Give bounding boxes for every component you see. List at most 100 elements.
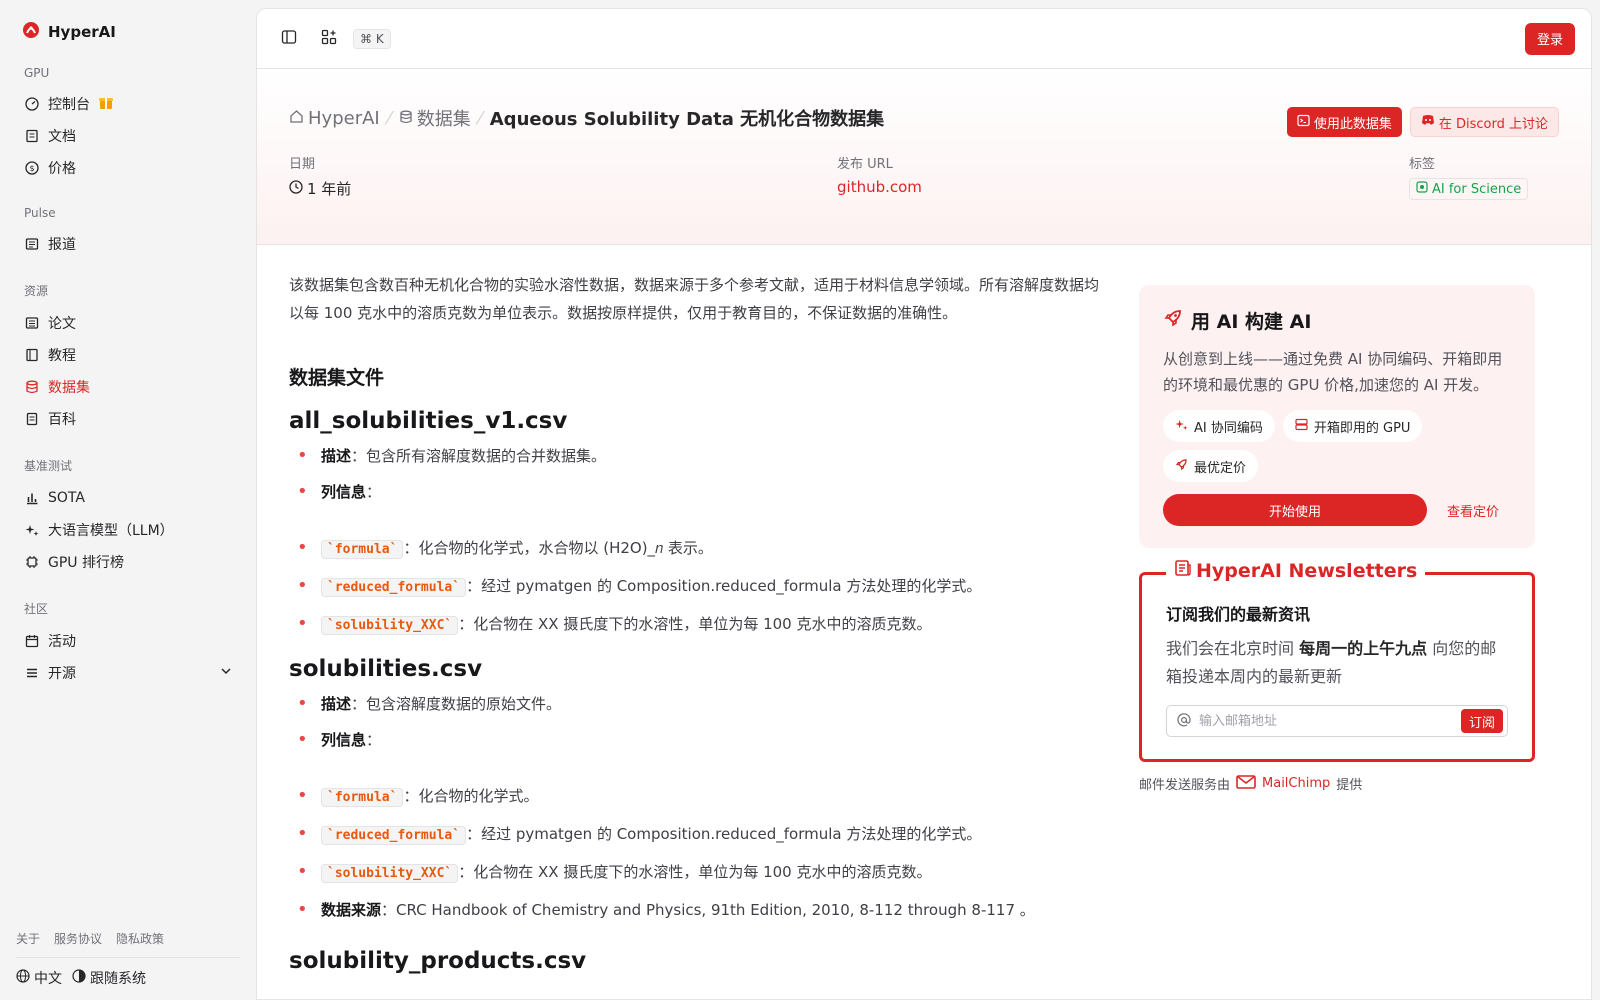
promo-features: AI 协同编码 开箱即用的 GPU 最优定价 bbox=[1163, 410, 1511, 482]
rocket-icon bbox=[1175, 458, 1188, 475]
desc-value: ：包含溶解度数据的原始文件。 bbox=[351, 695, 562, 713]
breadcrumb-separator: ⁄ bbox=[478, 107, 482, 129]
sidebar-item-label: 开源 bbox=[48, 666, 76, 682]
start-button[interactable]: 开始使用 bbox=[1163, 494, 1427, 526]
subscribe-form: 订阅 bbox=[1166, 705, 1508, 737]
source-key: 数据来源 bbox=[321, 901, 382, 919]
dataset-description: 该数据集包含数百种无机化合物的实验水溶性数据，数据来源于多个参考文献，适用于材料… bbox=[289, 271, 1109, 974]
sidebar-item-docs[interactable]: 文档 bbox=[16, 120, 240, 152]
sidebar-item-label: 报道 bbox=[48, 237, 76, 253]
footer-link-about[interactable]: 关于 bbox=[16, 930, 40, 947]
tutorial-icon bbox=[24, 347, 40, 363]
sidebar-item-datasets[interactable]: 数据集 bbox=[16, 371, 240, 403]
footer-link-privacy[interactable]: 隐私政策 bbox=[116, 930, 164, 947]
search-shortcut[interactable]: ⌘ K bbox=[353, 28, 391, 49]
feature-chip-gpu: 开箱即用的 GPU bbox=[1282, 410, 1423, 442]
file-details: 描述：包含所有溶解度数据的合并数据集。 列信息： bbox=[289, 444, 1109, 504]
use-dataset-button[interactable]: 使用此数据集 bbox=[1286, 107, 1402, 137]
sidebar-item-open-source[interactable]: 开源 bbox=[16, 657, 240, 689]
gauge-icon bbox=[24, 96, 40, 112]
sidebar-toggle-icon bbox=[281, 29, 297, 49]
sidebar: HyperAI GPU 控制台 文档 $ 价格 Pulse 报道 资源 论文 教… bbox=[0, 0, 256, 1000]
newsletter-desc-pre: 我们会在北京时间 bbox=[1166, 639, 1300, 658]
chevron-down-icon[interactable] bbox=[220, 665, 232, 681]
sidebar-item-reports[interactable]: 报道 bbox=[16, 228, 240, 260]
wiki-icon bbox=[24, 411, 40, 427]
sidebar-item-label: 价格 bbox=[48, 161, 76, 177]
discord-button[interactable]: 在 Discord 上讨论 bbox=[1409, 107, 1559, 137]
right-column: 用 AI 构建 AI 从创意到上线——通过免费 AI 协同编码、开箱即用的环境和… bbox=[1139, 285, 1535, 793]
sidebar-item-console[interactable]: 控制台 bbox=[16, 88, 240, 120]
section-title-pulse: Pulse bbox=[24, 206, 56, 220]
apps-icon bbox=[321, 29, 337, 49]
mail-icon bbox=[1236, 774, 1256, 793]
database-icon bbox=[399, 108, 413, 129]
meta-date-value-row: 1 年前 bbox=[289, 178, 351, 199]
provider-post: 提供 bbox=[1336, 778, 1363, 793]
globe-icon bbox=[16, 969, 30, 987]
newsletter-title: HyperAI Newsletters bbox=[1196, 559, 1418, 582]
meta-date-value: 1 年前 bbox=[307, 180, 352, 198]
sidebar-toggle-button[interactable] bbox=[273, 23, 305, 55]
view-pricing-link[interactable]: 查看定价 bbox=[1447, 501, 1499, 520]
breadcrumb-home[interactable]: HyperAI bbox=[289, 108, 380, 129]
promo-desc: 从创意到上线——通过免费 AI 协同编码、开箱即用的环境和最优惠的 GPU 价格… bbox=[1163, 350, 1503, 394]
files-heading: 数据集文件 bbox=[289, 367, 385, 389]
dollar-icon: $ bbox=[24, 160, 40, 176]
list-item: 列信息： bbox=[289, 480, 1109, 504]
login-button[interactable]: 登录 bbox=[1524, 22, 1575, 55]
cols-key: 列信息 bbox=[321, 483, 367, 501]
hyperai-logo-icon bbox=[22, 21, 40, 43]
email-input[interactable] bbox=[1199, 713, 1453, 729]
page-title: Aqueous Solubility Data 无机化合物数据集 bbox=[489, 109, 885, 130]
section-title-gpu: GPU bbox=[24, 66, 50, 80]
sidebar-item-events[interactable]: 活动 bbox=[16, 625, 240, 657]
mailchimp-link[interactable]: MailChimp bbox=[1236, 774, 1330, 793]
sidebar-item-label: SOTA bbox=[48, 490, 85, 506]
sidebar-item-label: GPU 排行榜 bbox=[48, 555, 124, 571]
sidebar-item-papers[interactable]: 论文 bbox=[16, 307, 240, 339]
section-title-resources: 资源 bbox=[24, 284, 49, 298]
newspaper-icon bbox=[24, 236, 40, 252]
source-value: ：CRC Handbook of Chemistry and Physics, … bbox=[381, 901, 1035, 919]
desc-key: 描述 bbox=[321, 447, 352, 465]
mail-provider-note: 邮件发送服务由 MailChimp 提供 bbox=[1139, 774, 1535, 793]
subscribe-button[interactable]: 订阅 bbox=[1460, 709, 1503, 733]
newsletter-title-row: HyperAI Newsletters bbox=[1166, 559, 1426, 582]
clock-icon bbox=[289, 179, 303, 198]
sidebar-item-label: 活动 bbox=[48, 634, 76, 650]
topbar: ⌘ K 登录 bbox=[257, 9, 1591, 69]
footer-link-terms[interactable]: 服务协议 bbox=[54, 930, 102, 947]
tag-ai-for-science[interactable]: AI for Science bbox=[1409, 178, 1529, 200]
breadcrumb-datasets-label: 数据集 bbox=[416, 109, 471, 130]
section-title-benchmarks: 基准测试 bbox=[24, 459, 73, 473]
breadcrumb-home-label: HyperAI bbox=[308, 107, 380, 129]
tag-label: AI for Science bbox=[1432, 181, 1522, 197]
promo-actions: 开始使用 查看定价 bbox=[1163, 494, 1511, 526]
language-switcher[interactable]: 中文 bbox=[16, 968, 62, 988]
breadcrumb-datasets[interactable]: 数据集 bbox=[399, 105, 471, 131]
column-code: `solubility_XXC` bbox=[321, 864, 459, 883]
file-details: 描述：包含溶解度数据的原始文件。 列信息： bbox=[289, 692, 1109, 752]
list-icon bbox=[24, 665, 40, 681]
column-list: `formula`：化合物的化学式。 `reduced_formula`：经过 … bbox=[289, 784, 1109, 886]
release-url-link[interactable]: github.com bbox=[837, 178, 922, 196]
meta-tags-label: 标签 bbox=[1409, 157, 1436, 172]
list-item: 数据来源：CRC Handbook of Chemistry and Physi… bbox=[289, 898, 1109, 922]
sidebar-item-wiki[interactable]: 百科 bbox=[16, 403, 240, 435]
provider-pre: 邮件发送服务由 bbox=[1139, 778, 1231, 793]
column-code: `solubility_XXC` bbox=[321, 616, 459, 635]
meta-url: 发布 URL github.com bbox=[837, 153, 922, 196]
sidebar-item-gpu-leaderboard[interactable]: GPU 排行榜 bbox=[16, 546, 240, 578]
sidebar-item-llm[interactable]: 大语言模型（LLM） bbox=[16, 514, 240, 546]
apps-button[interactable] bbox=[317, 23, 341, 55]
promo-card: 用 AI 构建 AI 从创意到上线——通过免费 AI 协同编码、开箱即用的环境和… bbox=[1139, 285, 1535, 548]
sidebar-item-tutorials[interactable]: 教程 bbox=[16, 339, 240, 371]
sidebar-item-sota[interactable]: SOTA bbox=[16, 482, 240, 514]
sidebar-item-pricing[interactable]: $ 价格 bbox=[16, 152, 240, 184]
theme-switcher[interactable]: 跟随系统 bbox=[72, 968, 146, 988]
footer-links: 关于 服务协议 隐私政策 bbox=[16, 930, 240, 958]
language-label: 中文 bbox=[34, 971, 62, 987]
sparkles-icon bbox=[1175, 418, 1188, 435]
brand[interactable]: HyperAI bbox=[16, 20, 240, 44]
